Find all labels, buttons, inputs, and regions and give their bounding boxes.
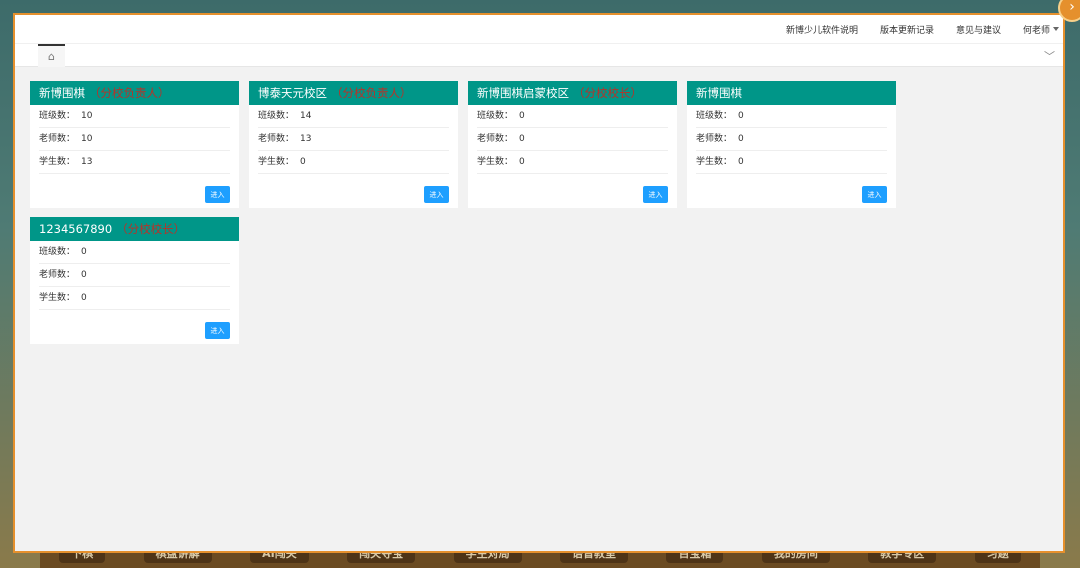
label: 班级数：	[39, 247, 76, 257]
label: 学生数：	[696, 157, 733, 167]
label: 老师数：	[477, 134, 514, 144]
class-count-row: 班级数： 0	[477, 105, 668, 128]
link-changelog[interactable]: 版本更新记录	[880, 23, 934, 36]
value: 0	[519, 111, 525, 121]
student-count-row: 学生数： 0	[258, 151, 449, 174]
value: 0	[519, 134, 525, 144]
school-role: （分校校长）	[116, 222, 186, 236]
value: 0	[738, 111, 744, 121]
school-card: 新博围棋启蒙校区 （分校校长） 班级数： 0 老师数： 0 学生数： 0 进入	[468, 81, 677, 208]
card-header: 1234567890 （分校校长）	[30, 217, 239, 241]
teacher-count-row: 老师数： 0	[477, 128, 668, 151]
value: 0	[81, 293, 87, 303]
label: 老师数：	[39, 134, 76, 144]
teacher-count-row: 老师数： 10	[39, 128, 230, 151]
enter-button[interactable]: 进入	[205, 322, 230, 339]
link-software-guide[interactable]: 新博少儿软件说明	[786, 23, 858, 36]
value: 14	[300, 111, 312, 121]
card-header: 新博围棋 （分校负责人）	[30, 81, 239, 105]
label: 老师数：	[696, 134, 733, 144]
class-count-row: 班级数： 0	[39, 241, 230, 264]
label: 老师数：	[39, 270, 76, 280]
label: 班级数：	[696, 111, 733, 121]
school-card: 1234567890 （分校校长） 班级数： 0 老师数： 0 学生数： 0 进入	[30, 217, 239, 344]
tab-bar: ⌂ ﹀	[15, 44, 1063, 67]
label: 学生数：	[258, 157, 295, 167]
school-role: （分校负责人）	[89, 86, 170, 100]
home-icon: ⌂	[48, 50, 55, 63]
school-modal: 新博少儿软件说明 版本更新记录 意见与建议 何老师 ⌂ ﹀ 新博围棋 （分校负责人…	[13, 13, 1065, 553]
school-role: （分校负责人）	[331, 86, 412, 100]
school-name: 新博围棋启蒙校区	[477, 86, 569, 100]
enter-button[interactable]: 进入	[643, 186, 668, 203]
school-name: 博泰天元校区	[258, 86, 327, 100]
student-count-row: 学生数： 0	[696, 151, 887, 174]
link-feedback[interactable]: 意见与建议	[956, 23, 1001, 36]
enter-button[interactable]: 进入	[424, 186, 449, 203]
enter-button[interactable]: 进入	[205, 186, 230, 203]
student-count-row: 学生数： 13	[39, 151, 230, 174]
card-header: 新博围棋启蒙校区 （分校校长）	[468, 81, 677, 105]
label: 学生数：	[477, 157, 514, 167]
value: 0	[519, 157, 525, 167]
value: 13	[81, 157, 93, 167]
school-card: 新博围棋 （分校负责人） 班级数： 10 老师数： 10 学生数： 13 进入	[30, 81, 239, 208]
teacher-count-row: 老师数： 13	[258, 128, 449, 151]
school-name: 新博围棋	[39, 86, 85, 100]
home-tab[interactable]: ⌂	[38, 44, 65, 67]
class-count-row: 班级数： 0	[696, 105, 887, 128]
value: 13	[300, 134, 312, 144]
student-count-row: 学生数： 0	[477, 151, 668, 174]
label: 学生数：	[39, 293, 76, 303]
value: 0	[81, 247, 87, 257]
class-count-row: 班级数： 14	[258, 105, 449, 128]
class-count-row: 班级数： 10	[39, 105, 230, 128]
value: 0	[81, 270, 87, 280]
student-count-row: 学生数： 0	[39, 287, 230, 310]
label: 老师数：	[258, 134, 295, 144]
label: 班级数：	[258, 111, 295, 121]
chevron-down-icon[interactable]: ﹀	[1044, 48, 1055, 64]
school-card: 博泰天元校区 （分校负责人） 班级数： 14 老师数： 13 学生数： 0 进入	[249, 81, 458, 208]
label: 班级数：	[39, 111, 76, 121]
school-name: 1234567890	[39, 222, 113, 236]
top-bar: 新博少儿软件说明 版本更新记录 意见与建议 何老师	[15, 15, 1063, 44]
card-header: 博泰天元校区 （分校负责人）	[249, 81, 458, 105]
school-name: 新博围棋	[696, 86, 742, 100]
value: 0	[738, 157, 744, 167]
user-name: 何老师	[1022, 25, 1050, 36]
school-role: （分校校长）	[573, 86, 642, 100]
value: 10	[81, 134, 93, 144]
value: 10	[81, 111, 93, 121]
teacher-count-row: 老师数： 0	[696, 128, 887, 151]
label: 班级数：	[477, 111, 514, 121]
enter-button[interactable]: 进入	[862, 186, 887, 203]
user-menu[interactable]: 何老师	[1023, 23, 1059, 36]
value: 0	[738, 134, 744, 144]
card-header: 新博围棋	[687, 81, 896, 105]
caret-down-icon	[1053, 26, 1059, 34]
value: 0	[300, 157, 306, 167]
teacher-count-row: 老师数： 0	[39, 264, 230, 287]
school-card: 新博围棋 班级数： 0 老师数： 0 学生数： 0 进入	[687, 81, 896, 208]
school-grid: 新博围棋 （分校负责人） 班级数： 10 老师数： 10 学生数： 13 进入 博泰天元校…	[30, 81, 896, 344]
label: 学生数：	[39, 157, 76, 167]
